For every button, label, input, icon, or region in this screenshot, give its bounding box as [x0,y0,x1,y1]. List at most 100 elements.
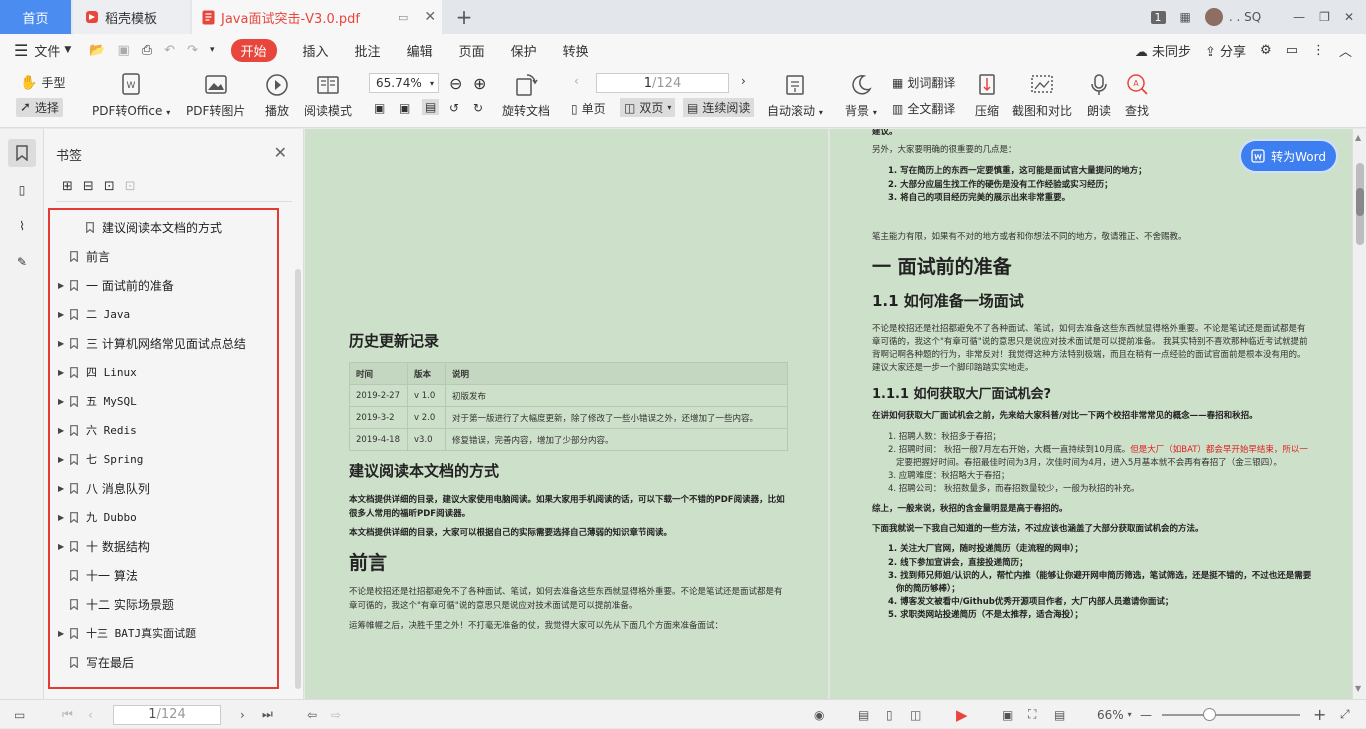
find-button[interactable]: A 查找 [1124,72,1150,119]
rotate-document-button[interactable]: 旋转文档 [502,72,550,119]
sync-status[interactable]: ☁ 未同步 [1135,41,1191,60]
scroll-position-marker[interactable] [1356,188,1364,216]
bookmark-item[interactable]: 建议阅读本文档的方式 [74,216,222,238]
save-icon[interactable]: ▣ [117,43,129,58]
status-next-page-icon[interactable]: › [240,700,245,729]
continuous-read-button[interactable]: ▤ 连续阅读 [683,98,755,117]
status-zoom-out-icon[interactable]: — [1140,700,1152,729]
delete-bookmark-icon[interactable]: ⊡ [125,179,136,194]
undo-icon[interactable]: ↶ [164,43,175,58]
bookmark-item[interactable]: ▶ 七 Spring [58,448,143,470]
fullscreen-icon[interactable]: ⤢ [1340,700,1350,729]
collapse-all-icon[interactable]: ⊟ [83,179,94,194]
share-button[interactable]: ⇪ 分享 [1205,41,1246,60]
read-mode-button[interactable]: 阅读模式 [304,72,352,119]
document-viewport[interactable]: 历史更新记录 时间 版本 说明 2019-2-27 v 1.0 初版发布 201… [305,129,1352,699]
zoom-slider-track[interactable] [1162,714,1300,716]
page-number-input[interactable]: 1/124 [596,73,729,93]
status-double-icon[interactable]: ◫ [910,700,921,729]
bookmark-item[interactable]: ▶ 三 计算机网络常见面试点总结 [58,332,246,354]
collapse-ribbon-icon[interactable]: ︿ [1339,41,1352,60]
select-tool-button[interactable]: ➚ 选择 [16,98,63,117]
background-button[interactable]: 背景 ▾ [845,72,877,119]
tab-home[interactable]: 首页 [0,0,71,34]
restore-icon[interactable]: ❐ [1319,10,1330,24]
actual-size-icon[interactable]: ▣ [374,101,385,115]
hamburger-icon[interactable]: ☰ [14,41,28,60]
expand-arrow-icon[interactable]: ▶ [58,542,66,551]
double-page-button[interactable]: ◫ 双页 ▾ [620,98,676,117]
menu-comment[interactable]: 批注 [355,41,381,60]
menu-insert[interactable]: 插入 [303,41,329,60]
fit-page-icon[interactable]: ▣ [399,101,410,115]
status-prev-page-icon[interactable]: ‹ [88,700,93,729]
bookmark-item[interactable]: 前言 [58,245,110,267]
bookmark-item[interactable]: 写在最后 [58,651,134,673]
add-bookmark-icon[interactable]: ⊡ [104,179,115,194]
single-page-button[interactable]: ▯ 单页 [571,100,606,117]
screenshot-compare-button[interactable]: 截图和对比 [1012,72,1072,119]
zoom-select[interactable]: 65.74% ▾ [369,73,439,93]
tab-restore-icon[interactable]: ▭ [398,11,408,24]
status-continuous-icon[interactable]: ▤ [858,700,869,729]
last-page-icon[interactable]: ⏭ [262,700,273,729]
feedback-icon[interactable]: ▭ [1286,43,1298,58]
expand-arrow-icon[interactable]: ▶ [58,426,66,435]
signature-panel-button[interactable]: ✎ [8,248,36,276]
status-page-input[interactable]: 1/124 [113,700,221,729]
hand-tool-button[interactable]: ✋ 手型 [20,74,65,91]
bookmark-item[interactable]: ▶ 一 面试前的准备 [58,274,174,296]
file-menu[interactable]: 文件 [34,41,60,60]
expand-arrow-icon[interactable]: ▶ [58,397,66,406]
bookmark-scrollbar[interactable] [295,269,301,689]
forward-view-icon[interactable]: ⇨ [331,700,341,729]
scroll-up-icon[interactable]: ▲ [1355,133,1361,142]
window-close-icon[interactable]: ✕ [1344,10,1354,24]
bookmark-item[interactable]: ▶ 六 Redis [58,419,137,441]
bookmark-item[interactable]: ▶ 九 Dubbo [58,506,137,528]
pdf-to-office-button[interactable]: W PDF转Office ▾ [92,72,170,119]
window-grid-icon[interactable]: ▦ [1180,10,1191,24]
menu-page[interactable]: 页面 [459,41,485,60]
user-name[interactable]: . . SQ [1229,10,1261,24]
scroll-down-icon[interactable]: ▼ [1355,684,1361,693]
rotate-right-icon[interactable]: ↻ [473,101,483,115]
open-folder-icon[interactable]: 📂 [89,43,105,58]
pdf-to-image-button[interactable]: PDF转图片 [186,72,245,119]
chevron-down-icon[interactable]: ▼ [64,45,71,55]
expand-arrow-icon[interactable]: ▶ [58,339,66,348]
thumbnail-panel-button[interactable]: ▯ [8,176,36,204]
bookmark-item[interactable]: ▶ 十 数据结构 [58,535,150,557]
expand-arrow-icon[interactable]: ▶ [58,368,66,377]
quick-access-chevron-icon[interactable]: ▾ [210,45,215,55]
tab-close-icon[interactable]: ✕ [424,9,436,25]
play-presentation-icon[interactable]: ▶ [956,700,968,729]
tab-pdf-document[interactable]: Java面试突击-V3.0.pdf ▭ ✕ [192,0,442,34]
auto-scroll-button[interactable]: 自动滚动 ▾ [767,72,823,119]
expand-arrow-icon[interactable]: ▶ [58,455,66,464]
expand-arrow-icon[interactable]: ▶ [58,513,66,522]
tab-template[interactable]: 稻壳模板 [73,0,190,34]
play-button[interactable]: 播放 [264,72,290,119]
back-view-icon[interactable]: ⇦ [307,700,317,729]
word-translate-button[interactable]: ▦ 划词翻译 [892,74,955,91]
menu-convert[interactable]: 转换 [563,41,589,60]
next-page-icon[interactable]: › [741,74,746,88]
zoom-in-icon[interactable]: ⊕ [473,74,486,93]
compress-button[interactable]: 压缩 [974,72,1000,119]
minimize-icon[interactable]: — [1293,10,1305,24]
fit-width-icon[interactable]: ▤ [422,99,440,115]
expand-arrow-icon[interactable]: ▶ [58,629,66,638]
zoom-out-icon[interactable]: ⊖ [449,74,462,93]
bookmark-item[interactable]: ▶ 二 Java [58,303,130,325]
user-avatar[interactable] [1204,8,1223,26]
more-icon[interactable]: ⋮ [1312,43,1325,58]
fit-width-status-icon[interactable]: ▤ [1054,700,1065,729]
bookmark-item[interactable]: ▶ 十三 BATJ真实面试题 [58,622,196,644]
eye-protect-icon[interactable]: ◉ [814,700,824,729]
print-icon[interactable]: ⎙ [142,43,152,58]
document-scrollbar[interactable]: ▲ ▼ [1352,129,1366,699]
rotate-left-icon[interactable]: ↺ [449,101,459,115]
menu-protect[interactable]: 保护 [511,41,537,60]
expand-all-icon[interactable]: ⊞ [62,179,73,194]
